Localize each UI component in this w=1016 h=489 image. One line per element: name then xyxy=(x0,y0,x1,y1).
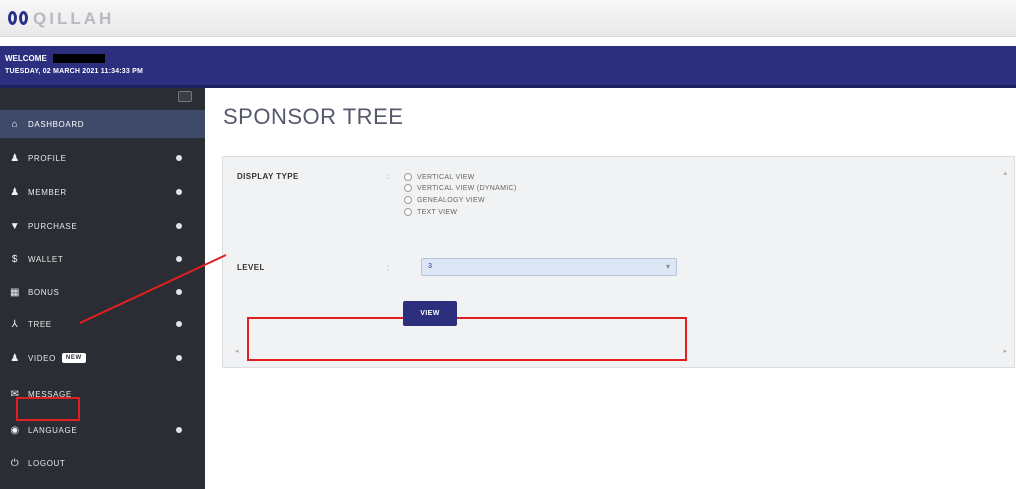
radio-label: TEXT VIEW xyxy=(417,208,458,216)
sidebar-collapse-button[interactable] xyxy=(178,91,192,102)
expand-dot-icon xyxy=(176,189,182,195)
expand-dot-icon xyxy=(176,427,182,433)
level-select-value: 3 xyxy=(428,263,432,270)
sidebar-item-purchase[interactable]: ▼ PURCHASE xyxy=(0,212,205,240)
radio-circle-icon xyxy=(404,208,412,216)
sidebar-item-wallet[interactable]: $ WALLET xyxy=(0,245,205,273)
new-badge: NEW xyxy=(61,353,86,363)
expand-dot-icon xyxy=(176,289,182,295)
expand-dot-icon xyxy=(176,321,182,327)
sidebar-item-label: DASHBOARD xyxy=(28,119,85,129)
tree-highlight-box xyxy=(16,397,80,421)
separator: : xyxy=(387,263,390,272)
sidebar-item-label: MEMBER xyxy=(28,187,67,197)
cart-icon: ▼ xyxy=(9,220,21,232)
panel-scroll-right-icon[interactable]: ▸ xyxy=(1003,347,1007,355)
user-icon: ♟ xyxy=(10,152,20,164)
form-panel: DISPLAY TYPE : VERTICAL VIEW VERTICAL VI… xyxy=(222,156,1015,368)
sidebar-item-tree[interactable]: ⅄ TREE xyxy=(0,310,205,338)
level-highlight-box xyxy=(247,317,687,361)
dollar-icon: $ xyxy=(11,253,19,265)
brand-logo[interactable]: QILLAH xyxy=(8,9,114,29)
sidebar-item-profile[interactable]: ♟ PROFILE xyxy=(0,144,205,172)
sidebar-item-video[interactable]: ♟ VIDEO NEW xyxy=(0,344,205,372)
users-icon: ♟ xyxy=(10,186,20,198)
panel-scroll-up-icon[interactable]: ▴ xyxy=(1003,169,1007,177)
sidebar-item-label: PROFILE xyxy=(28,153,67,163)
sidebar-item-label: WALLET xyxy=(28,254,64,264)
chevron-down-icon: ▾ xyxy=(665,262,670,271)
sidebar-item-label: PURCHASE xyxy=(28,221,78,231)
home-icon: ⌂ xyxy=(11,118,19,130)
sidebar-item-label: TREE xyxy=(28,319,52,329)
radio-circle-icon xyxy=(404,196,412,204)
sidebar-item-label: LANGUAGE xyxy=(28,425,78,435)
sidebar-item-dashboard[interactable]: ⌂ DASHBOARD xyxy=(0,110,205,138)
welcome-text: WELCOME xyxy=(5,54,47,63)
sidebar-item-label: VIDEO xyxy=(28,353,56,363)
radio-text-view[interactable]: TEXT VIEW xyxy=(404,208,457,216)
sidebar-item-label: BONUS xyxy=(28,287,60,297)
radio-genealogy-view[interactable]: GENEALOGY VIEW xyxy=(404,196,485,204)
main-content: SPONSOR TREE DISPLAY TYPE : VERTICAL VIE… xyxy=(205,88,1016,489)
brand-name: QILLAH xyxy=(33,9,115,28)
expand-dot-icon xyxy=(176,223,182,229)
radio-label: VERTICAL VIEW xyxy=(417,173,475,181)
sidebar: ⌂ DASHBOARD ♟ PROFILE ♟ MEMBER ▼ PURCHAS… xyxy=(0,88,205,489)
radio-circle-icon xyxy=(404,184,412,192)
tree-icon: ⅄ xyxy=(11,318,19,330)
display-type-label: DISPLAY TYPE xyxy=(237,172,299,181)
panel-scroll-left-icon[interactable]: ◂ xyxy=(235,347,239,355)
expand-dot-icon xyxy=(176,155,182,161)
logo-mark-icon xyxy=(8,11,30,27)
expand-dot-icon xyxy=(176,256,182,262)
globe-icon: ◉ xyxy=(10,424,20,436)
sidebar-item-label: LOGOUT xyxy=(28,458,66,468)
user-icon: ♟ xyxy=(10,352,20,364)
radio-circle-icon xyxy=(404,173,412,181)
expand-dot-icon xyxy=(176,355,182,361)
radio-vertical-view-dynamic[interactable]: VERTICAL VIEW (DYNAMIC) xyxy=(404,184,516,192)
header: WELCOME TUESDAY, 02 MARCH 2021 11:34:33 … xyxy=(0,46,1016,88)
sidebar-item-member[interactable]: ♟ MEMBER xyxy=(0,178,205,206)
page-title: SPONSOR TREE xyxy=(223,104,404,129)
level-label: LEVEL xyxy=(237,263,265,272)
sidebar-item-bonus[interactable]: ▦ BONUS xyxy=(0,278,205,306)
view-button[interactable]: VIEW xyxy=(403,301,457,326)
level-select[interactable]: 3 ▾ xyxy=(421,258,677,276)
radio-label: VERTICAL VIEW (DYNAMIC) xyxy=(417,184,517,192)
radio-label: GENEALOGY VIEW xyxy=(417,196,485,204)
power-icon: ⏻ xyxy=(10,457,20,469)
separator: : xyxy=(387,172,390,181)
radio-vertical-view[interactable]: VERTICAL VIEW xyxy=(404,173,475,181)
top-bar: QILLAH xyxy=(0,0,1016,37)
header-datetime: TUESDAY, 02 MARCH 2021 11:34:33 PM xyxy=(5,68,144,75)
grid-icon: ▦ xyxy=(9,286,21,298)
sidebar-item-logout[interactable]: ⏻ LOGOUT xyxy=(0,449,205,477)
redacted-username xyxy=(52,54,105,63)
